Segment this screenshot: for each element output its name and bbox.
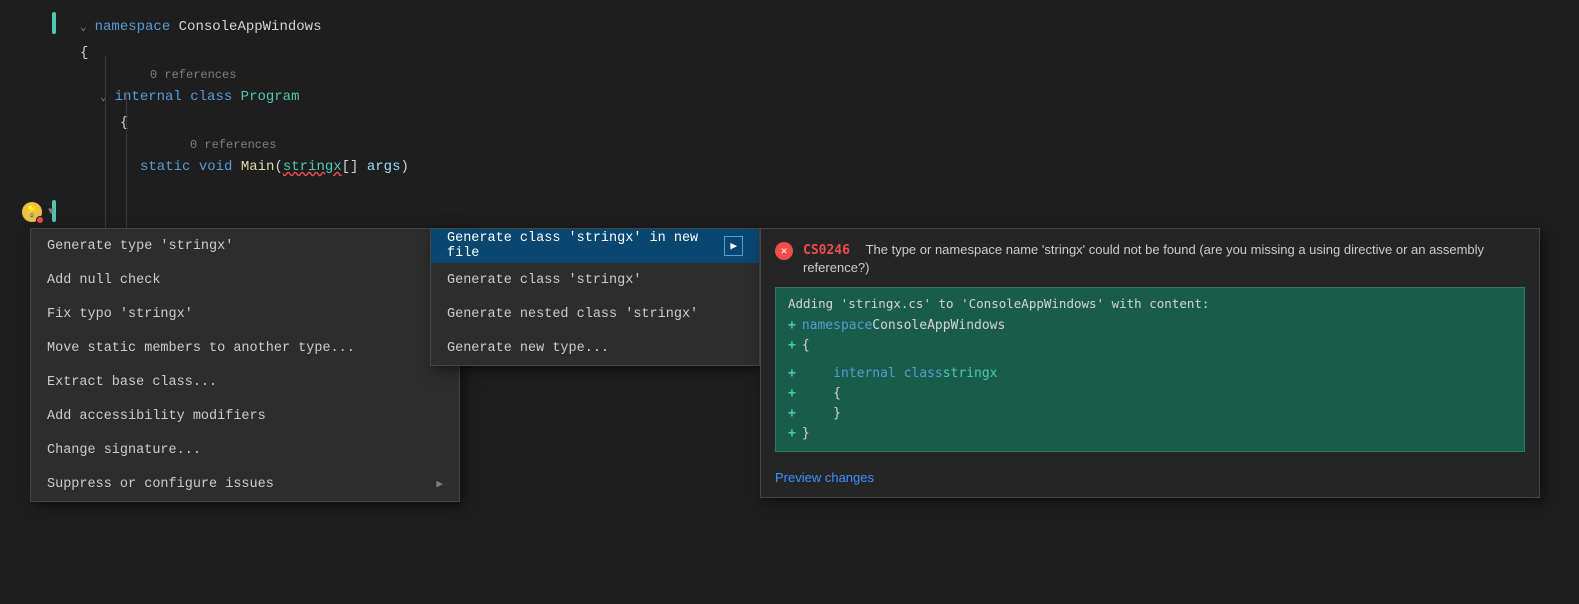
- lightbulb-dropdown-arrow[interactable]: ▼: [48, 207, 54, 218]
- menu-item-add-null-check[interactable]: Add null check: [31, 263, 459, 297]
- preview-line-1: +namespace ConsoleAppWindows: [788, 315, 1512, 335]
- code-line-3: ⌄internal class Program: [0, 84, 1579, 110]
- arrow-icon-3: ▶: [436, 477, 443, 491]
- quick-action-lightbulb[interactable]: 💡: [22, 202, 42, 222]
- code-line-1: ⌄namespace ConsoleAppWindows: [0, 14, 1579, 40]
- preview-line-2: +{: [788, 335, 1512, 355]
- code-preview-block: Adding 'stringx.cs' to 'ConsoleAppWindow…: [775, 287, 1525, 452]
- guide-line-1: [105, 56, 106, 231]
- preview-line-5: + {: [788, 383, 1512, 403]
- error-circle-icon: ✕: [775, 242, 793, 260]
- sub-menu-item-gen-class-new-file[interactable]: Generate class 'stringx' in new file ▶: [431, 229, 759, 263]
- preview-line-4: + internal class stringx: [788, 363, 1512, 383]
- preview-line-6: + }: [788, 403, 1512, 423]
- error-code: CS0246: [803, 243, 850, 258]
- ref-label-1: 0 references: [0, 66, 1579, 84]
- menu-item-extract-base[interactable]: Extract base class...: [31, 365, 459, 399]
- green-indicator-1: [52, 12, 56, 34]
- guide-line-2: [126, 92, 127, 231]
- sub-menu-item-gen-nested-class[interactable]: Generate nested class 'stringx': [431, 297, 759, 331]
- preview-line-3: [788, 355, 1512, 363]
- menu-item-add-accessibility[interactable]: Add accessibility modifiers: [31, 399, 459, 433]
- menu-item-generate-type[interactable]: Generate type 'stringx' ▶: [31, 229, 459, 263]
- sub-menu-item-gen-new-type[interactable]: Generate new type...: [431, 331, 759, 365]
- ref-label-2: 0 references: [0, 136, 1579, 154]
- context-menu: Generate type 'stringx' ▶ Add null check…: [30, 228, 460, 502]
- error-description: CS0246 The type or namespace name 'strin…: [803, 241, 1525, 277]
- code-line-2: {: [0, 40, 1579, 66]
- code-line-5: static void Main(stringx[] args): [0, 154, 1579, 180]
- preview-line-7: +}: [788, 423, 1512, 443]
- menu-item-fix-typo[interactable]: Fix typo 'stringx' ▶: [31, 297, 459, 331]
- error-dot: [36, 216, 44, 224]
- info-panel: ✕ CS0246 The type or namespace name 'str…: [760, 228, 1540, 498]
- preview-changes-button[interactable]: Preview changes: [761, 462, 1539, 497]
- error-message: The type or namespace name 'stringx' cou…: [803, 242, 1484, 275]
- sub-arrow-icon-1: ▶: [724, 236, 743, 256]
- preview-header-text: Adding 'stringx.cs' to 'ConsoleAppWindow…: [788, 296, 1512, 311]
- sub-menu: Generate class 'stringx' in new file ▶ G…: [430, 228, 760, 366]
- info-header: ✕ CS0246 The type or namespace name 'str…: [761, 229, 1539, 287]
- sub-menu-item-gen-class[interactable]: Generate class 'stringx': [431, 263, 759, 297]
- menu-item-change-signature[interactable]: Change signature...: [31, 433, 459, 467]
- menu-item-suppress-issues[interactable]: Suppress or configure issues ▶: [31, 467, 459, 501]
- code-line-4: {: [0, 110, 1579, 136]
- menu-item-move-static[interactable]: Move static members to another type...: [31, 331, 459, 365]
